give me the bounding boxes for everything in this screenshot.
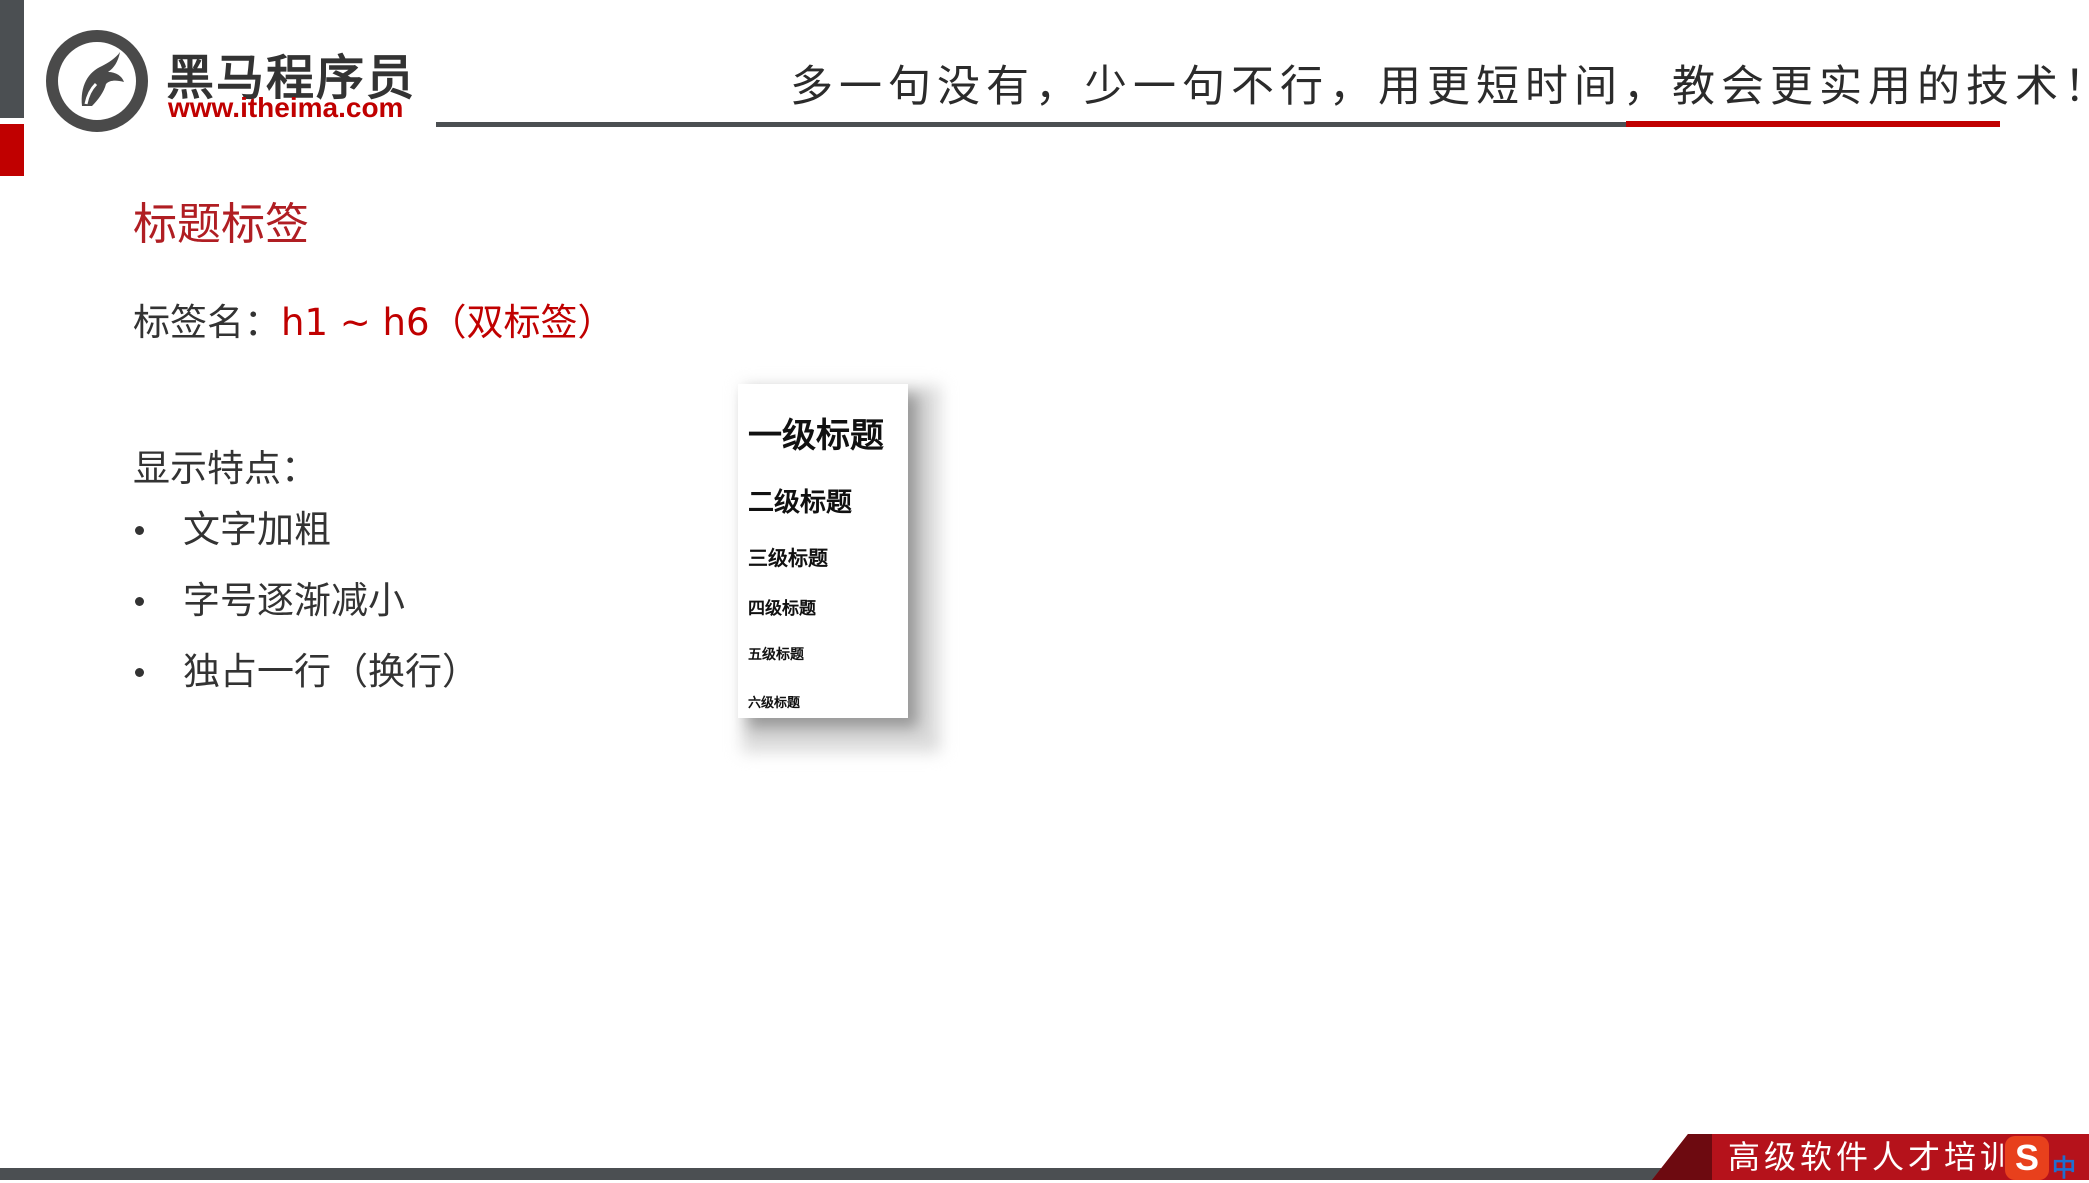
left-edge-bar-dark xyxy=(0,0,24,118)
horse-logo-icon xyxy=(46,30,148,132)
list-item: 独占一行（换行） xyxy=(133,650,479,721)
footer-tab-accent xyxy=(1652,1134,1712,1180)
tag-name-line: 标签名：h1 ~ h6（双标签） xyxy=(133,292,615,346)
list-item-text: 文字加粗 xyxy=(183,508,331,551)
list-item-text: 独占一行（换行） xyxy=(183,650,479,693)
preview-h3: 三级标题 xyxy=(748,546,828,570)
footer-text: 高级软件人才培训 xyxy=(1728,1138,2017,1176)
features-title: 显示特点： xyxy=(133,447,318,490)
brand-logo: 黑马程序员 www.itheima.com xyxy=(46,24,416,136)
bullet-icon xyxy=(135,526,144,535)
logo-website: www.itheima.com xyxy=(168,92,404,123)
header-slogan: 多一句没有，少一句不行，用更短时间，教会更实用的技术！ xyxy=(790,62,2089,112)
heading-preview-card: 一级标题 二级标题 三级标题 四级标题 五级标题 六级标题 xyxy=(738,384,908,718)
left-edge-bar-red xyxy=(0,124,24,176)
features-list: 文字加粗 字号逐渐减小 独占一行（换行） xyxy=(133,508,479,721)
header-divider-red xyxy=(1626,121,2000,127)
tag-value: h1 ~ h6（双标签） xyxy=(281,301,615,344)
preview-h5: 五级标题 xyxy=(748,647,804,663)
preview-h1: 一级标题 xyxy=(748,416,884,456)
header-divider-dark xyxy=(436,122,1626,127)
list-item: 文字加粗 xyxy=(133,508,479,579)
bullet-icon xyxy=(135,597,144,606)
tag-label: 标签名： xyxy=(133,301,281,344)
list-item: 字号逐渐减小 xyxy=(133,579,479,650)
preview-h2: 二级标题 xyxy=(748,488,853,518)
slide-title: 标题标签 xyxy=(133,199,309,250)
bullet-icon xyxy=(135,668,144,677)
preview-h6: 六级标题 xyxy=(748,696,801,711)
ime-mode-indicator[interactable]: 中 xyxy=(2052,1148,2076,1183)
list-item-text: 字号逐渐减小 xyxy=(183,579,405,622)
ime-logo-icon[interactable]: S xyxy=(2005,1136,2049,1180)
preview-h4: 四级标题 xyxy=(748,599,816,619)
